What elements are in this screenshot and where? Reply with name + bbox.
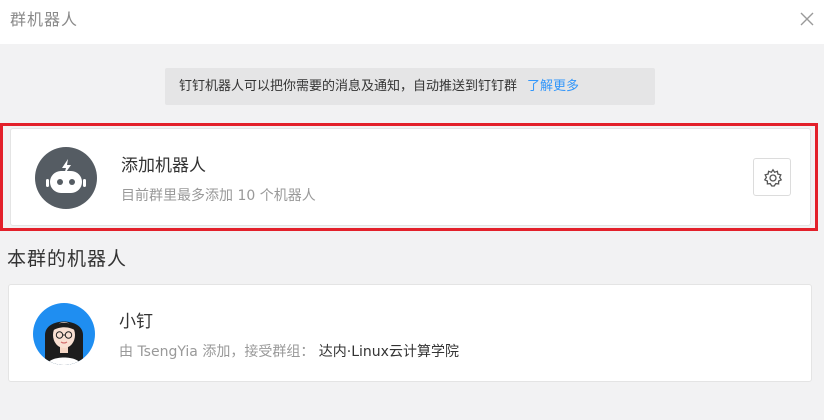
robot-info: 由 TsengYia 添加，接受群组： 达内·Linux云计算学院 [119,341,459,361]
robot-name: 小钉 [119,312,153,332]
section-title: 本群的机器人 [7,248,128,270]
robot-added-by: 由 TsengYia 添加，接受群组： [119,344,315,360]
info-text: 钉钉机器人可以把你需要的消息及通知，自动推送到钉钉群 [179,79,518,94]
highlight-frame [0,123,818,231]
title-bar: 群机器人 [0,0,824,44]
close-icon[interactable] [797,9,817,29]
robot-group: 达内·Linux云计算学院 [318,344,459,360]
learn-more-link[interactable]: 了解更多 [527,79,579,94]
window-title: 群机器人 [10,10,79,29]
girl-avatar-icon [33,303,95,365]
info-banner: 钉钉机器人可以把你需要的消息及通知，自动推送到钉钉群 了解更多 [165,68,655,105]
robot-card[interactable]: 小钉 由 TsengYia 添加，接受群组： 达内·Linux云计算学院 [8,284,812,382]
